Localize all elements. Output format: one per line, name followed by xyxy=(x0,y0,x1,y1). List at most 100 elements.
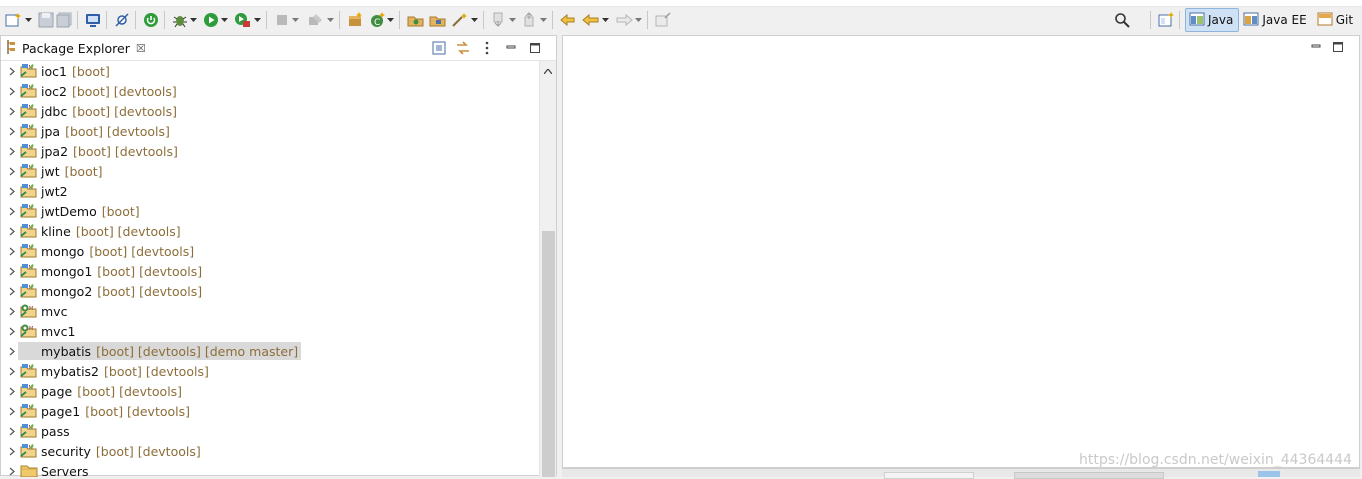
chevron-down-icon[interactable] xyxy=(253,10,261,30)
perspective-java[interactable]: Java xyxy=(1185,8,1240,32)
search-wand-icon[interactable] xyxy=(451,10,469,30)
project-tree-item-jwt2[interactable]: Mjwt2 xyxy=(1,181,539,201)
minimize-icon[interactable] xyxy=(500,39,522,57)
bottom-tab[interactable] xyxy=(1258,471,1280,477)
vertical-scrollbar[interactable] xyxy=(539,61,556,477)
perspective-git[interactable]: Git xyxy=(1313,8,1359,32)
chevron-down-icon[interactable] xyxy=(539,10,547,30)
run-icon[interactable] xyxy=(203,10,219,30)
project-tree-item-jdbc[interactable]: Mjdbc[boot] [devtools] xyxy=(1,101,539,121)
expand-chevron-icon[interactable] xyxy=(6,227,18,236)
expand-chevron-icon[interactable] xyxy=(6,67,18,76)
save-icon[interactable] xyxy=(38,10,54,30)
expand-chevron-icon[interactable] xyxy=(6,167,18,176)
pin-editor-icon[interactable] xyxy=(655,10,671,30)
chevron-down-icon[interactable] xyxy=(291,10,299,30)
project-tree-item-page[interactable]: Mpage[boot] [devtools] xyxy=(1,381,539,401)
project-tree-item-ioc2[interactable]: Mioc2[boot] [devtools] xyxy=(1,81,539,101)
expand-chevron-icon[interactable] xyxy=(6,427,18,436)
project-decorations: [boot] [devtools] xyxy=(95,443,201,459)
expand-chevron-icon[interactable] xyxy=(6,207,18,216)
project-tree-item-pass[interactable]: Mpass xyxy=(1,421,539,441)
open-task-icon[interactable] xyxy=(429,10,447,30)
chevron-down-icon[interactable] xyxy=(601,10,609,30)
project-tree-item-mvc1[interactable]: Mmvc1 xyxy=(1,321,539,341)
link-with-editor-icon[interactable] xyxy=(452,39,474,57)
project-tree-item-mongo1[interactable]: Mmongo1[boot] [devtools] xyxy=(1,261,539,281)
open-perspective-icon[interactable] xyxy=(1158,10,1174,30)
view-menu-icon[interactable] xyxy=(476,39,498,57)
expand-chevron-icon[interactable] xyxy=(6,267,18,276)
expand-chevron-icon[interactable] xyxy=(6,447,18,456)
new-java-package-icon[interactable] xyxy=(347,10,363,30)
expand-chevron-icon[interactable] xyxy=(6,347,18,356)
expand-chevron-icon[interactable] xyxy=(6,387,18,396)
expand-chevron-icon[interactable] xyxy=(6,407,18,416)
project-tree-item-kline[interactable]: Mkline[boot] [devtools] xyxy=(1,221,539,241)
open-type-icon[interactable] xyxy=(407,10,425,30)
expand-chevron-icon[interactable] xyxy=(6,307,18,316)
tab-package-explorer[interactable]: Package Explorer ☒ xyxy=(1,36,152,60)
chevron-down-icon[interactable] xyxy=(470,10,478,30)
project-tree-item-jpa2[interactable]: Mjpa2[boot] [devtools] xyxy=(1,141,539,161)
debug-icon[interactable] xyxy=(172,10,188,30)
project-tree-item-mongo2[interactable]: Mmongo2[boot] [devtools] xyxy=(1,281,539,301)
expand-chevron-icon[interactable] xyxy=(6,247,18,256)
last-edit-location-icon[interactable] xyxy=(560,10,578,30)
project-tree-item-mongo[interactable]: Mmongo[boot] [devtools] xyxy=(1,241,539,261)
expand-chevron-icon[interactable] xyxy=(6,127,18,136)
stop-icon[interactable] xyxy=(274,10,290,30)
project-tree-item-mybatis[interactable]: Mmybatis[boot] [devtools] [demo master] xyxy=(1,341,539,361)
expand-chevron-icon[interactable] xyxy=(6,327,18,336)
scroll-up-icon[interactable] xyxy=(540,61,556,81)
expand-chevron-icon[interactable] xyxy=(6,367,18,376)
perspective-java-ee[interactable]: Java EE xyxy=(1239,8,1312,32)
terminal-icon[interactable] xyxy=(85,10,101,30)
minimize-icon[interactable] xyxy=(1305,40,1327,54)
new-java-class-icon[interactable]: C xyxy=(369,10,385,30)
project-tree-item-page1[interactable]: Mpage1[boot] [devtools] xyxy=(1,401,539,421)
maximize-icon[interactable] xyxy=(524,39,546,57)
project-tree-item-jwtdemo[interactable]: MjwtDemo[boot] xyxy=(1,201,539,221)
project-tree-item-mvc[interactable]: Mmvc xyxy=(1,301,539,321)
collapse-all-icon[interactable] xyxy=(428,39,450,57)
project-decorations: [boot] [devtools] xyxy=(85,403,191,419)
maven-project-icon: M xyxy=(20,323,38,339)
expand-chevron-icon[interactable] xyxy=(6,467,18,476)
scrollbar-thumb[interactable] xyxy=(542,231,555,477)
expand-chevron-icon[interactable] xyxy=(6,147,18,156)
search-icon[interactable] xyxy=(1114,10,1130,30)
close-icon[interactable]: ☒ xyxy=(136,42,146,55)
back-icon[interactable] xyxy=(582,10,600,30)
project-tree-item-ioc1[interactable]: Mioc1[boot] xyxy=(1,61,539,81)
chevron-down-icon[interactable] xyxy=(634,10,642,30)
chevron-down-icon[interactable] xyxy=(508,10,516,30)
save-all-icon[interactable] xyxy=(56,10,72,30)
project-tree-item-jpa[interactable]: Mjpa[boot] [devtools] xyxy=(1,121,539,141)
project-tree-item-jwt[interactable]: Mjwt[boot] xyxy=(1,161,539,181)
chevron-down-icon[interactable] xyxy=(189,10,197,30)
chevron-down-icon[interactable] xyxy=(386,10,394,30)
expand-chevron-icon[interactable] xyxy=(6,287,18,296)
spring-boot-project-icon: M xyxy=(20,263,38,279)
maximize-icon[interactable] xyxy=(1327,40,1349,54)
project-tree-item-servers[interactable]: Servers xyxy=(1,461,539,477)
spring-boot-dashboard-icon[interactable] xyxy=(143,10,159,30)
editor-area-controls xyxy=(1305,40,1349,54)
previous-annotation-icon[interactable] xyxy=(522,10,538,30)
skip-breakpoints-icon[interactable] xyxy=(114,10,130,30)
perspective-label: Git xyxy=(1335,13,1354,27)
external-tools-icon[interactable] xyxy=(307,10,325,30)
next-annotation-icon[interactable] xyxy=(491,10,507,30)
expand-chevron-icon[interactable] xyxy=(6,87,18,96)
chevron-down-icon[interactable] xyxy=(24,10,32,30)
project-tree-item-security[interactable]: Msecurity[boot] [devtools] xyxy=(1,441,539,461)
coverage-icon[interactable] xyxy=(234,10,252,30)
expand-chevron-icon[interactable] xyxy=(6,187,18,196)
forward-icon[interactable] xyxy=(615,10,633,30)
chevron-down-icon[interactable] xyxy=(326,10,334,30)
expand-chevron-icon[interactable] xyxy=(6,107,18,116)
project-tree-item-mybatis2[interactable]: Mmybatis2[boot] [devtools] xyxy=(1,361,539,381)
new-wizard-icon[interactable] xyxy=(5,10,23,30)
chevron-down-icon[interactable] xyxy=(220,10,228,30)
